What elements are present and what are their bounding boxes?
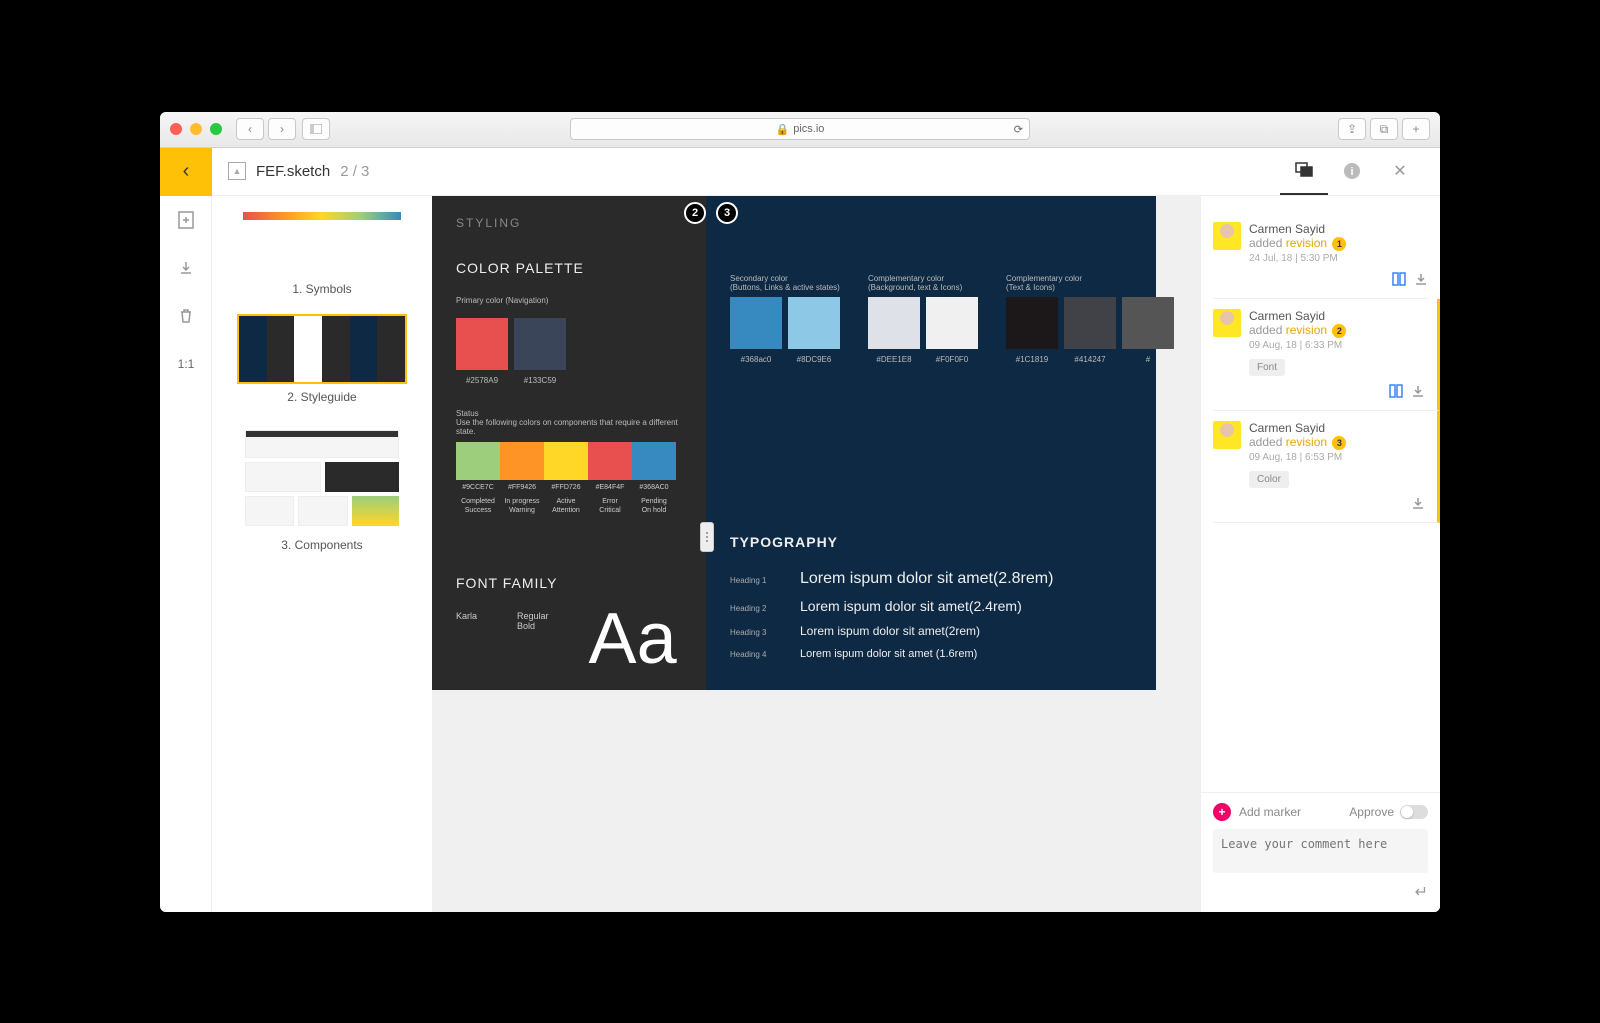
ratio-button[interactable]: 1:1 [160,340,212,388]
typography-title: TYPOGRAPHY [730,534,1132,550]
revision-tag: Color [1249,471,1289,488]
approve-label: Approve [1349,805,1394,819]
download-icon[interactable] [160,244,212,292]
back-button[interactable]: ‹ [160,148,212,196]
thumb-3[interactable]: 3. Components [222,422,422,552]
filename: FEF.sketch [256,163,330,180]
canvas[interactable]: STYLING COLOR PALETTE Primary color (Nav… [432,196,1200,912]
artboard-left: STYLING COLOR PALETTE Primary color (Nav… [432,196,706,690]
maximize-window[interactable] [210,123,222,135]
tool-strip: ‹ 1:1 [160,148,212,912]
approve-toggle[interactable] [1400,805,1428,819]
palette-title: COLOR PALETTE [456,260,682,276]
compare-icon[interactable] [1392,272,1406,286]
share-icon[interactable]: ⇪ [1338,118,1366,140]
diff-handle[interactable] [700,522,714,552]
url-text: pics.io [793,123,824,135]
add-marker-label: Add marker [1239,805,1301,819]
comment-area: + Add marker Approve ↵ [1201,792,1440,912]
trash-icon[interactable] [160,292,212,340]
titlebar: ‹ › 🔒 pics.io ⟳ ⇪ ⧉ + [160,112,1440,148]
revisions-panel: Carmen Sayid added revision 1 24 Jul, 18… [1200,196,1440,912]
download-revision-icon[interactable] [1411,496,1425,510]
file-header: ▲ FEF.sketch 2 / 3 i ✕ [212,148,1440,196]
close-button[interactable]: ✕ [1376,148,1424,196]
browser-window: ‹ › 🔒 pics.io ⟳ ⇪ ⧉ + ‹ [160,112,1440,912]
tabs-icon[interactable]: ⧉ [1370,118,1398,140]
avatar [1213,421,1241,449]
marker-2[interactable]: 2 [684,202,706,224]
revision-item[interactable]: Carmen Sayid added revision 1 24 Jul, 18… [1213,212,1428,299]
minimize-window[interactable] [190,123,202,135]
avatar [1213,309,1241,337]
font-sample: Aa [589,611,677,669]
thumbnails-panel: 1. Symbols 2. Styleguide [212,196,432,912]
traffic-lights [170,123,222,135]
thumb-2[interactable]: 2. Styleguide [222,314,422,404]
lock-icon: 🔒 [776,123,790,136]
sidebar-toggle[interactable] [302,118,330,140]
thumb-1[interactable]: 1. Symbols [222,206,422,296]
revision-tag: Font [1249,359,1285,376]
styling-title: STYLING [456,216,682,230]
font-name: Karla [456,611,477,669]
fontfamily-title: FONT FAMILY [456,575,682,591]
reload-icon[interactable]: ⟳ [1014,123,1023,136]
image-icon: ▲ [228,162,246,180]
artboard-right: Secondary color(Buttons, Links & active … [706,196,1156,690]
download-revision-icon[interactable] [1414,272,1428,286]
avatar [1213,222,1241,250]
add-file-icon[interactable] [160,196,212,244]
new-tab[interactable]: + [1402,118,1430,140]
comments-tab[interactable] [1280,148,1328,196]
add-marker-button[interactable]: + [1213,803,1231,821]
compare-icon[interactable] [1389,384,1403,398]
url-bar[interactable]: 🔒 pics.io ⟳ [570,118,1030,140]
nav-forward[interactable]: › [268,118,296,140]
nav-back[interactable]: ‹ [236,118,264,140]
revision-item[interactable]: Carmen Sayid added revision 3 09 Aug, 18… [1213,411,1440,523]
comment-input[interactable] [1213,829,1428,873]
download-revision-icon[interactable] [1411,384,1425,398]
page-counter: 2 / 3 [340,163,369,180]
revision-item[interactable]: Carmen Sayid added revision 2 09 Aug, 18… [1213,299,1440,411]
info-tab[interactable]: i [1328,148,1376,196]
marker-3[interactable]: 3 [716,202,738,224]
close-window[interactable] [170,123,182,135]
send-icon[interactable]: ↵ [1213,882,1428,902]
svg-text:i: i [1350,166,1353,178]
